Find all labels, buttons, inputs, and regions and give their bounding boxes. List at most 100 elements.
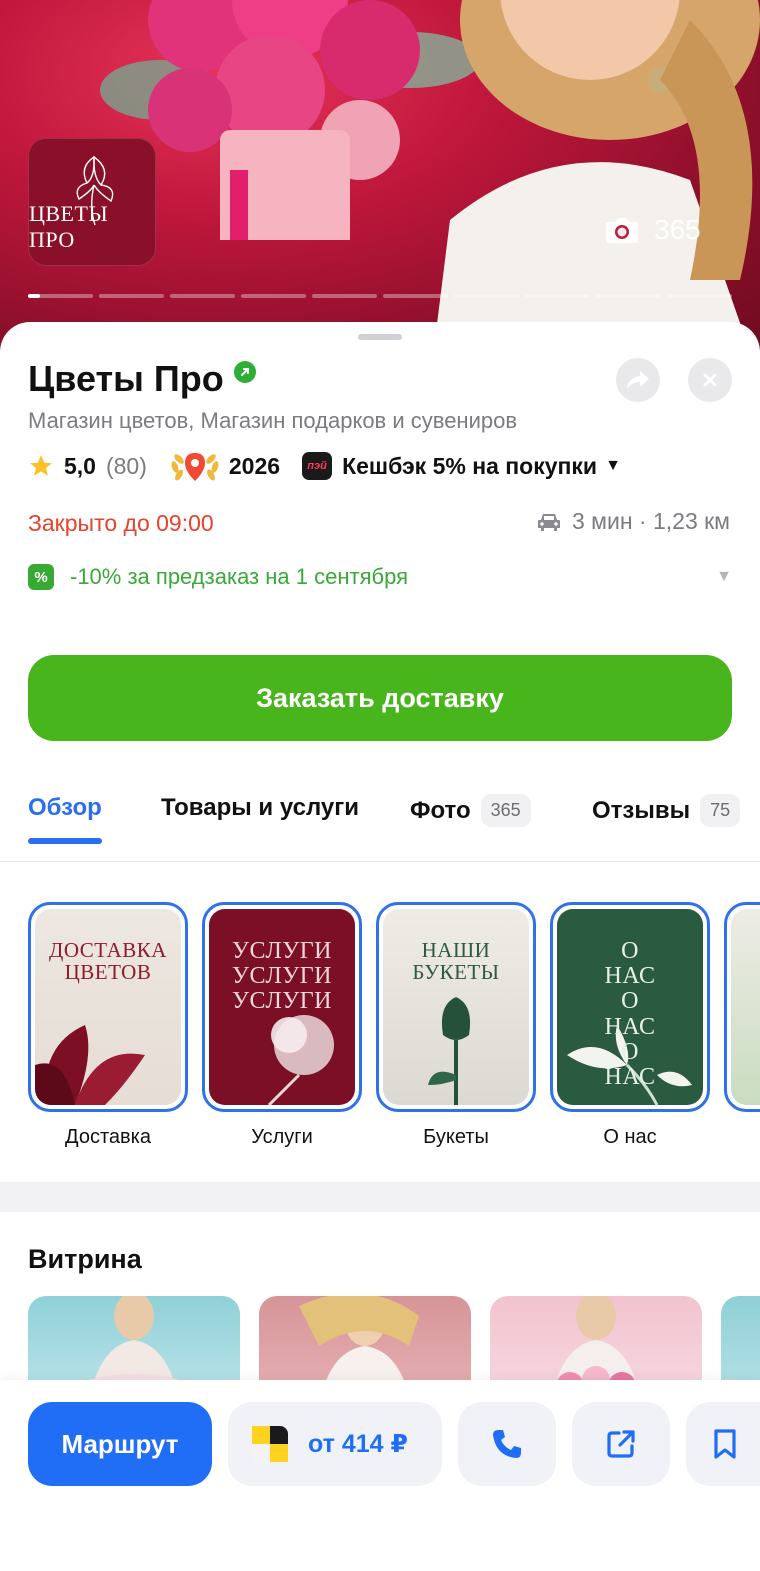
call-button[interactable]	[458, 1402, 556, 1486]
taxi-button[interactable]: от 414 ₽	[228, 1402, 442, 1486]
place-category: Магазин цветов, Магазин подарков и сувен…	[28, 408, 518, 433]
showcase-item[interactable]	[721, 1296, 760, 1386]
product-photo	[554, 1296, 638, 1386]
order-delivery-button[interactable]: Заказать доставку	[28, 655, 732, 741]
showcase-item[interactable]	[28, 1296, 240, 1386]
story-services[interactable]: УСЛУГИ УСЛУГИ УСЛУГИ Услуги	[202, 902, 362, 1149]
route-button[interactable]: Маршрут	[28, 1402, 212, 1486]
section-divider	[0, 1182, 760, 1212]
bottom-action-bar: Маршрут от 414 ₽	[0, 1380, 760, 1571]
sheet-grabber[interactable]	[358, 334, 402, 340]
tab-reviews[interactable]: Отзывы 75	[592, 794, 741, 827]
open-website-button[interactable]	[572, 1402, 670, 1486]
tab-label: Товары и услуги	[161, 794, 359, 821]
progress-segment	[454, 294, 519, 298]
gallery-progress	[28, 294, 732, 298]
pei-cashback-badge: пэй	[302, 452, 333, 480]
progress-segment	[383, 294, 448, 298]
story-label: Букеты	[423, 1126, 489, 1148]
cashback-text[interactable]: Кешбэк 5% на покупки	[342, 453, 597, 480]
story-frame: О НАС О НАС О НАС	[550, 902, 710, 1112]
story-image: УСЛУГИ УСЛУГИ УСЛУГИ	[209, 909, 355, 1105]
story-image	[731, 909, 760, 1105]
bookmark-button[interactable]	[686, 1402, 760, 1486]
taxi-logo-icon	[252, 1426, 288, 1462]
camera-icon	[606, 218, 638, 243]
logo-text: ЦВЕТЫ ПРО	[29, 201, 109, 252]
story-label: Услуги	[251, 1126, 313, 1148]
discount-icon: %	[28, 564, 54, 590]
progress-segment	[241, 294, 306, 298]
promo-text: -10% за предзаказ на 1 сентября	[70, 564, 408, 589]
title-row: Цветы Про	[28, 358, 256, 400]
story-caption: ДОСТАВКА ЦВЕТОВ	[49, 938, 167, 985]
verified-icon	[233, 361, 256, 383]
external-link-icon	[607, 1430, 635, 1458]
travel-time[interactable]: 3 мин · 1,23 км	[536, 508, 730, 535]
shop-logo: ЦВЕТЫ ПРО	[28, 138, 156, 266]
travel-time-text: 3 мин · 1,23 км	[571, 508, 730, 534]
tulip-illustration	[35, 1025, 145, 1105]
tab-label: Фото	[410, 796, 471, 824]
showcase-title: Витрина	[28, 1244, 142, 1274]
product-photo	[77, 1296, 191, 1386]
story-image: ДОСТАВКА ЦВЕТОВ	[35, 909, 181, 1105]
story-about[interactable]: О НАС О НАС О НАС О нас	[550, 902, 710, 1149]
story-delivery[interactable]: ДОСТАВКА ЦВЕТОВ Доставка	[28, 902, 188, 1149]
opening-hours[interactable]: Закрыто до 09:00	[28, 510, 214, 537]
promo-row[interactable]: % -10% за предзаказ на 1 сентября ▼	[28, 564, 732, 590]
tab-products[interactable]: Товары и услуги	[161, 794, 359, 822]
tab-photos[interactable]: Фото 365	[410, 794, 531, 827]
close-icon	[703, 373, 717, 387]
product-photo	[299, 1296, 419, 1386]
showcase-item[interactable]	[490, 1296, 702, 1386]
story-caption: О НАС О НАС О НАС	[604, 938, 656, 1090]
progress-segment	[667, 294, 732, 298]
star-icon	[30, 455, 52, 476]
progress-segment	[525, 294, 590, 298]
tab-badge: 365	[480, 794, 531, 827]
story-label: Доставка	[65, 1126, 151, 1148]
meta-row: 5,0 (80) 2026 пэй Кешбэк 5% на покупки ▼	[28, 448, 621, 484]
progress-segment	[170, 294, 235, 298]
stories-carousel[interactable]: ДОСТАВКА ЦВЕТОВ Доставка УСЛУГИ УСЛУГИ УСЛУ…	[28, 902, 760, 1152]
award-laurel-icon[interactable]	[169, 449, 221, 483]
place-title: Цветы Про	[28, 358, 224, 399]
tab-label: Отзывы	[592, 796, 691, 824]
story-frame	[724, 902, 760, 1112]
phone-icon	[493, 1430, 521, 1458]
share-button[interactable]	[616, 358, 660, 402]
rating-value[interactable]: 5,0	[64, 453, 96, 480]
story-label: О нас	[603, 1126, 657, 1148]
close-button[interactable]	[688, 358, 732, 402]
award-year[interactable]: 2026	[229, 453, 280, 480]
peony-illustration	[267, 1015, 334, 1105]
tab-badge: 75	[700, 794, 741, 827]
progress-segment	[99, 294, 164, 298]
bookmark-icon	[714, 1429, 736, 1459]
story-more[interactable]	[724, 902, 760, 1112]
story-caption: УСЛУГИ УСЛУГИ УСЛУГИ	[232, 938, 332, 1015]
taxi-price: от 414 ₽	[308, 1430, 408, 1458]
progress-segment	[28, 294, 93, 298]
cashback-dropdown-icon[interactable]: ▼	[605, 457, 621, 475]
story-bouquets[interactable]: НАШИ БУКЕТЫ Букеты	[376, 902, 536, 1149]
progress-segment	[596, 294, 661, 298]
car-icon	[537, 513, 560, 531]
hero-gallery[interactable]: ЦВЕТЫ ПРО 365	[0, 0, 760, 360]
story-frame: УСЛУГИ УСЛУГИ УСЛУГИ	[202, 902, 362, 1112]
tab-overview[interactable]: Обзор	[28, 794, 102, 844]
tab-bar: Обзор Товары и услуги Фото 365 Отзывы 75	[0, 784, 760, 862]
story-caption: НАШИ БУКЕТЫ	[412, 938, 500, 985]
chevron-down-icon[interactable]: ▼	[716, 568, 732, 586]
showcase-item[interactable]	[259, 1296, 471, 1386]
active-tab-indicator	[28, 838, 102, 844]
showcase-carousel[interactable]	[28, 1296, 760, 1386]
rating-count[interactable]: (80)	[106, 453, 147, 480]
photo-counter[interactable]: 365	[604, 214, 701, 246]
tab-label: Обзор	[28, 794, 102, 821]
progress-segment	[312, 294, 377, 298]
photo-count-text: 365	[654, 214, 701, 245]
share-icon	[627, 371, 649, 389]
story-frame: НАШИ БУКЕТЫ	[376, 902, 536, 1112]
